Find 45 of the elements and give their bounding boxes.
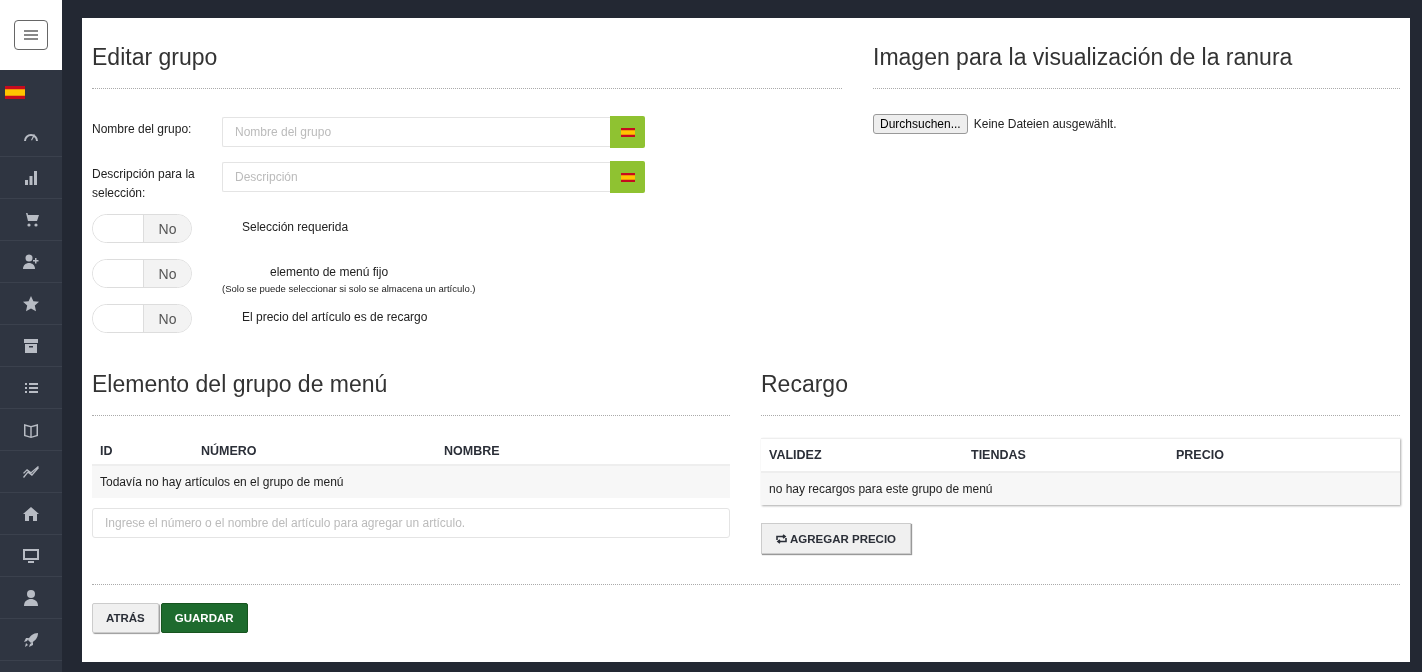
- column-header: VALIDEZ: [769, 448, 823, 462]
- toggle-switch[interactable]: No: [92, 214, 192, 243]
- input-field[interactable]: Nombre del grupo: [222, 117, 610, 147]
- toggle-label: elemento de menú fijo: [269, 265, 390, 279]
- language-button[interactable]: [610, 161, 645, 193]
- file-status: Keine Dateien ausgewählt.: [973, 117, 1117, 131]
- toggle-switch[interactable]: No: [92, 304, 192, 333]
- section-heading: Recargo: [761, 370, 849, 399]
- star-icon[interactable]: [22, 294, 40, 313]
- column-header: ID: [100, 444, 114, 458]
- monitor-icon[interactable]: [22, 546, 40, 565]
- section-heading: Elemento del grupo de menú: [92, 370, 389, 399]
- field-label: Descripción para la selección:: [92, 166, 196, 202]
- user-icon[interactable]: [22, 588, 40, 607]
- bars-icon[interactable]: [22, 168, 40, 187]
- user-plus-icon[interactable]: [22, 252, 40, 271]
- save-button[interactable]: GUARDAR: [160, 603, 248, 633]
- spain-flag-icon: [620, 172, 635, 182]
- repeat-icon: [776, 533, 787, 544]
- spain-flag-icon: [620, 127, 635, 137]
- article-search-field[interactable]: Ingrese el número o el nombre del artículo para agregar un artículo.: [92, 508, 730, 538]
- empty-table-row: no hay recargos para este grupo de menú: [761, 473, 1400, 505]
- add-price-button[interactable]: AGREGAR PRECIO: [761, 523, 912, 554]
- browse-button[interactable]: Durchsuchen...: [873, 114, 968, 134]
- spain-flag-icon[interactable]: [5, 86, 25, 99]
- column-header: PRECIO: [1176, 448, 1225, 462]
- column-header: NÚMERO: [201, 444, 258, 458]
- menu-icon: [24, 29, 38, 41]
- home-icon[interactable]: [22, 504, 40, 523]
- section-heading: Editar grupo: [92, 43, 219, 72]
- field-label: Nombre del grupo:: [92, 121, 193, 138]
- column-header: NOMBRE: [444, 444, 501, 458]
- menu-button[interactable]: [14, 20, 48, 50]
- column-header: TIENDAS: [971, 448, 1027, 462]
- back-button[interactable]: ATRÁS: [92, 603, 159, 633]
- archive-icon[interactable]: [22, 336, 40, 355]
- rocket-icon[interactable]: [22, 630, 40, 649]
- toggle-label: Selección requerida: [241, 220, 349, 234]
- toggle-switch[interactable]: No: [92, 259, 192, 288]
- language-button[interactable]: [610, 116, 645, 148]
- toggle-note: (Solo se puede seleccionar si solo se almacena un artículo.): [222, 283, 476, 294]
- input-field[interactable]: Descripción: [222, 162, 610, 192]
- toggle-label: El precio del artículo es de recargo: [241, 310, 428, 324]
- empty-table-row: Todavía no hay artículos en el grupo de menú: [92, 466, 730, 498]
- section-heading: Imagen para la visualización de la ranura: [873, 43, 1294, 72]
